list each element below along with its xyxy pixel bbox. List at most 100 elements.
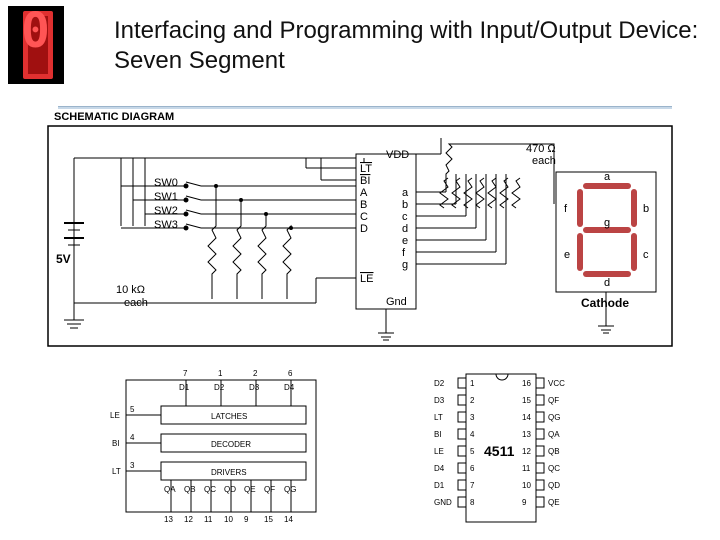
svg-text:SW1: SW1 [154,191,178,203]
svg-text:13: 13 [164,515,173,524]
svg-text:D2: D2 [434,379,445,388]
svg-text:4: 4 [130,433,135,442]
svg-text:D3: D3 [434,396,445,405]
svg-text:5: 5 [470,447,475,456]
svg-text:D2: D2 [214,383,225,392]
svg-text:10 kΩ: 10 kΩ [116,284,145,296]
svg-text:470 Ω: 470 Ω [526,143,556,155]
svg-text:B: B [360,199,367,211]
svg-text:Cathode: Cathode [581,296,629,310]
svg-text:5V: 5V [56,252,71,266]
svg-text:16: 16 [522,379,531,388]
svg-text:D: D [360,223,368,235]
svg-text:7: 7 [470,481,475,490]
svg-text:C: C [360,211,368,223]
svg-text:QD: QD [548,481,560,490]
svg-text:2: 2 [470,396,475,405]
svg-text:7: 7 [183,369,188,378]
svg-text:D3: D3 [249,383,260,392]
svg-text:SW3: SW3 [154,219,178,231]
svg-text:LT: LT [112,467,121,476]
svg-text:LE: LE [110,411,120,420]
svg-text:DECODER: DECODER [211,440,251,449]
svg-text:15: 15 [264,515,273,524]
schematic-diagram: SCHEMATIC DIAGRAM 5V SW0 SW1 SW2 SW3 10 … [46,108,674,528]
svg-text:1: 1 [470,379,475,388]
svg-text:D1: D1 [179,383,190,392]
svg-text:QF: QF [548,396,559,405]
svg-text:3: 3 [470,413,475,422]
svg-text:VDD: VDD [386,149,409,161]
svg-text:c: c [402,211,408,223]
svg-text:a: a [402,187,409,199]
svg-text:c: c [643,249,649,261]
svg-text:4511: 4511 [484,443,515,459]
svg-text:e: e [564,249,570,261]
svg-text:QF: QF [264,485,275,494]
svg-text:QA: QA [548,430,560,439]
svg-text:11: 11 [522,464,531,473]
svg-text:LT: LT [360,163,372,175]
switches: SW0 SW1 SW2 SW3 [154,177,178,231]
svg-text:10: 10 [522,481,531,490]
svg-text:LE: LE [434,447,444,456]
svg-text:A: A [360,187,368,199]
svg-text:d: d [402,223,408,235]
svg-text:9: 9 [244,515,249,524]
svg-text:SCHEMATIC DIAGRAM: SCHEMATIC DIAGRAM [54,111,174,123]
svg-text:GND: GND [434,498,452,507]
svg-text:10: 10 [224,515,233,524]
svg-text:QD: QD [224,485,236,494]
svg-text:13: 13 [522,430,531,439]
svg-text:9: 9 [522,498,527,507]
svg-text:SW2: SW2 [154,205,178,217]
svg-text:d: d [604,277,610,289]
svg-text:g: g [402,259,408,271]
svg-text:2: 2 [253,369,258,378]
svg-text:e: e [402,235,408,247]
svg-text:b: b [643,203,649,215]
svg-text:each: each [532,155,556,167]
svg-text:12: 12 [184,515,193,524]
svg-text:QE: QE [548,498,560,507]
svg-text:1: 1 [218,369,223,378]
svg-text:6: 6 [288,369,293,378]
svg-text:5: 5 [130,405,135,414]
svg-text:QG: QG [548,413,560,422]
svg-text:BI: BI [360,175,370,187]
page-title: Interfacing and Programming with Input/O… [114,16,720,76]
svg-text:a: a [604,171,611,183]
svg-text:VCC: VCC [548,379,565,388]
svg-text:D4: D4 [434,464,445,473]
svg-text:Gnd: Gnd [386,296,407,308]
svg-text:each: each [124,297,148,309]
svg-text:QE: QE [244,485,256,494]
svg-text:DRIVERS: DRIVERS [211,468,247,477]
svg-text:8: 8 [470,498,475,507]
svg-text:D4: D4 [284,383,295,392]
svg-text:6: 6 [470,464,475,473]
svg-text:QC: QC [204,485,216,494]
svg-text:QB: QB [184,485,196,494]
svg-text:SW0: SW0 [154,177,178,189]
svg-text:11: 11 [204,515,213,524]
svg-text:g: g [604,217,610,229]
svg-text:QA: QA [164,485,176,494]
svg-text:14: 14 [522,413,531,422]
svg-text:15: 15 [522,396,531,405]
seven-segment-icon [8,6,64,84]
svg-text:LT: LT [434,413,443,422]
svg-text:b: b [402,199,408,211]
svg-text:D1: D1 [434,481,445,490]
svg-text:3: 3 [130,461,135,470]
svg-text:12: 12 [522,447,531,456]
pinout-diagram: 4511 D2 1 D3 2 LT 3 BI 4 LE 5 D4 6 D1 7 GND 8 16 VCC 15 QF 1… [434,374,565,528]
svg-text:BI: BI [434,430,442,439]
svg-text:4: 4 [470,430,475,439]
svg-text:QC: QC [548,464,560,473]
svg-text:QG: QG [284,485,296,494]
svg-text:LE: LE [360,273,373,285]
svg-text:QB: QB [548,447,560,456]
functional-diagram: LATCHES DECODER DRIVERS 7D1 1D2 2D3 6D4 … [110,369,316,528]
svg-text:BI: BI [112,439,120,448]
